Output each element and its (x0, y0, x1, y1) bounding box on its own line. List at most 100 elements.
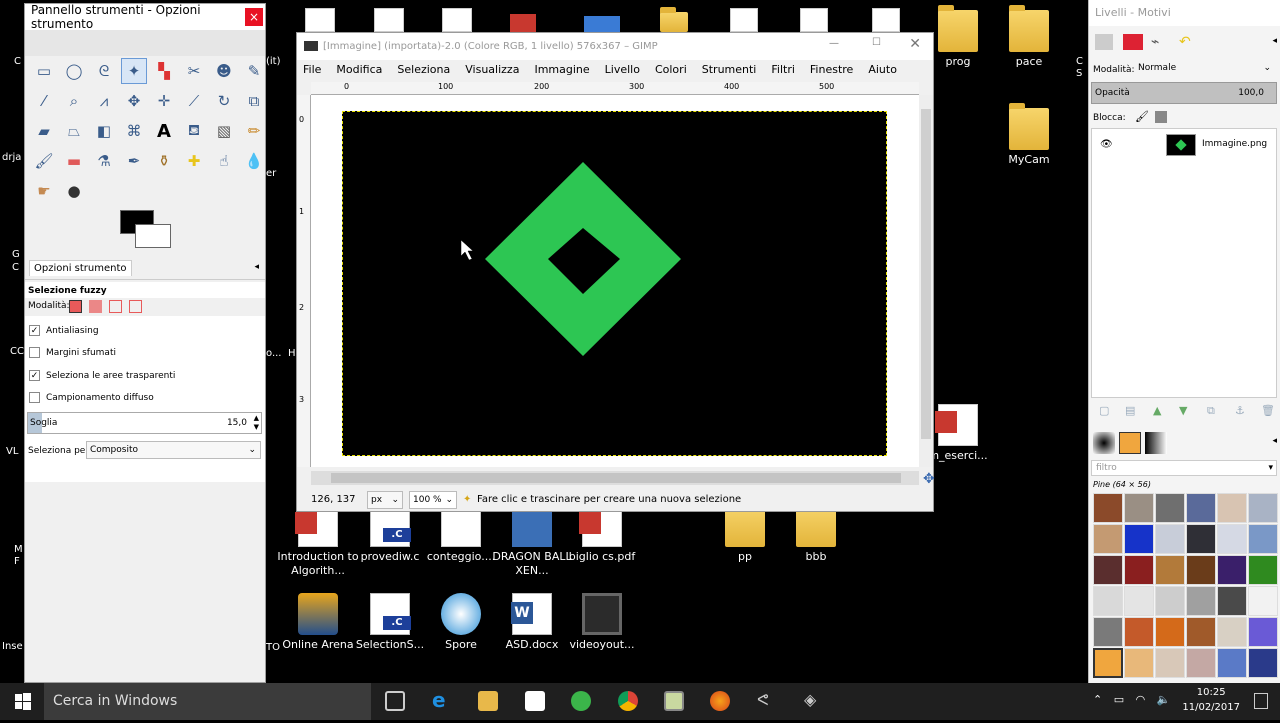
pattern-swatch[interactable] (1155, 648, 1185, 678)
utorrent-icon[interactable] (571, 691, 591, 711)
menu-livello[interactable]: Livello (605, 60, 640, 80)
gimp-taskbar-icon[interactable] (664, 691, 684, 711)
lower-layer-icon[interactable]: ▼ (1179, 404, 1187, 417)
dodge-icon[interactable]: ☛ (31, 178, 57, 204)
close-button[interactable]: × (245, 8, 263, 26)
tab-menu-icon[interactable]: ◂ (1272, 36, 1277, 46)
pattern-swatch[interactable] (1186, 493, 1216, 523)
menu-seleziona[interactable]: Seleziona (397, 60, 450, 80)
pattern-swatch[interactable] (1124, 617, 1154, 647)
desktop-icon-pace[interactable]: pace (987, 5, 1071, 69)
background-color[interactable] (135, 224, 171, 248)
eraser-icon[interactable]: ▬ (61, 148, 87, 174)
pattern-swatch[interactable] (1248, 555, 1278, 585)
heal-icon[interactable]: ✚ (181, 148, 207, 174)
firefox-icon[interactable] (710, 691, 730, 711)
mode-intersect-icon[interactable] (129, 300, 142, 313)
pattern-swatch[interactable] (1093, 555, 1123, 585)
mode-add-icon[interactable] (89, 300, 102, 313)
bucket-fill-icon[interactable]: ⛾ (181, 118, 207, 144)
layers-tab-icon[interactable] (1095, 34, 1113, 50)
color-picker-icon[interactable]: ⁄ (31, 88, 57, 114)
menu-finestre[interactable]: Finestre (810, 60, 853, 80)
pattern-swatch[interactable] (1248, 648, 1278, 678)
notifications-icon[interactable] (1254, 693, 1268, 709)
paths-icon[interactable]: ✎ (241, 58, 267, 84)
pattern-swatch[interactable] (1155, 524, 1185, 554)
menu-colori[interactable]: Colori (655, 60, 687, 80)
ellipse-select-icon[interactable]: ◯ (61, 58, 87, 84)
pattern-swatch[interactable] (1124, 524, 1154, 554)
pattern-swatch[interactable] (1093, 586, 1123, 616)
store-icon[interactable] (525, 691, 545, 711)
foreground-select-icon[interactable]: ☻ (211, 58, 237, 84)
pattern-swatch[interactable] (1248, 586, 1278, 616)
layer-row[interactable]: 👁 Immagine.png (1092, 131, 1276, 159)
pattern-swatch[interactable] (1093, 524, 1123, 554)
pattern-swatch[interactable] (1217, 524, 1247, 554)
perspective-icon[interactable]: ⏢ (61, 118, 87, 144)
select-by-combo[interactable]: Composito ⌄ (86, 441, 261, 459)
file-explorer-icon[interactable] (478, 691, 498, 711)
flip-icon[interactable]: ◧ (91, 118, 117, 144)
airbrush-icon[interactable]: ⚗ (91, 148, 117, 174)
blend-icon[interactable]: ▧ (211, 118, 237, 144)
app-icon[interactable]: ◈ (804, 691, 824, 711)
smudge2-icon[interactable]: ● (61, 178, 87, 204)
clock[interactable]: 10:25 11/02/2017 (1182, 685, 1240, 715)
pattern-swatch[interactable] (1155, 493, 1185, 523)
pattern-swatch[interactable] (1186, 524, 1216, 554)
desktop-icon-biglio[interactable]: biglio cs.pdf (560, 505, 644, 564)
pattern-swatch[interactable] (1217, 555, 1247, 585)
unit-combo[interactable]: px ⌄ (367, 491, 403, 509)
menu-strumenti[interactable]: Strumenti (702, 60, 757, 80)
edge-icon[interactable]: e (432, 690, 452, 711)
rotate-icon[interactable]: ↻ (211, 88, 237, 114)
vertical-scrollbar[interactable] (919, 95, 933, 467)
checkbox-checked[interactable]: ✓ (29, 370, 40, 381)
pattern-swatch[interactable] (1124, 586, 1154, 616)
task-view-icon[interactable] (385, 691, 405, 711)
pattern-swatch[interactable] (1124, 648, 1154, 678)
spin-arrows-icon[interactable]: ▲ ▼ (254, 414, 259, 432)
options-tab[interactable]: Opzioni strumento ◂ (25, 258, 265, 280)
search-box[interactable]: Cerca in Windows (44, 683, 371, 720)
smudge-icon[interactable]: ☝ (211, 148, 237, 174)
pattern-swatch[interactable] (1186, 648, 1216, 678)
threshold-slider[interactable]: Soglia 15,0 ▲ ▼ (27, 412, 262, 434)
pencil-icon[interactable]: ✏ (241, 118, 267, 144)
raise-layer-icon[interactable]: ▲ (1153, 404, 1161, 417)
pattern-swatch[interactable] (1248, 493, 1278, 523)
pattern-swatch[interactable] (1124, 493, 1154, 523)
new-layer-icon[interactable]: ▢ (1099, 404, 1109, 417)
new-group-icon[interactable]: ▤ (1125, 404, 1135, 417)
filter-field[interactable]: filtro ▾ (1091, 460, 1277, 476)
pattern-swatch[interactable] (1093, 617, 1123, 647)
pattern-swatch[interactable] (1155, 586, 1185, 616)
zoom-icon[interactable]: ⌕ (61, 88, 87, 114)
ink-icon[interactable]: ✒ (121, 148, 147, 174)
lock-alpha-icon[interactable] (1155, 111, 1167, 123)
move-icon[interactable]: ✥ (121, 88, 147, 114)
start-button[interactable] (0, 683, 44, 720)
pattern-swatch-selected[interactable] (1093, 648, 1123, 678)
measure-icon[interactable]: ⩘ (91, 88, 117, 114)
anchor-layer-icon[interactable]: ⚓ (1235, 404, 1245, 417)
menu-aiuto[interactable]: Aiuto (868, 60, 897, 80)
tab-menu-icon[interactable]: ◂ (1272, 436, 1277, 446)
pattern-swatch[interactable] (1248, 524, 1278, 554)
maximize-button[interactable]: ☐ (872, 37, 881, 48)
opacity-slider[interactable]: Opacità 100,0 (1091, 82, 1277, 104)
navigate-icon[interactable]: ✥ (923, 471, 935, 487)
fuzzy-select-icon[interactable]: ✦ (121, 58, 147, 84)
menu-filtri[interactable]: Filtri (771, 60, 795, 80)
undo-tab-icon[interactable]: ↶ (1179, 34, 1197, 50)
blur-icon[interactable]: 💧 (241, 148, 267, 174)
checkbox-unchecked[interactable] (29, 347, 40, 358)
free-select-icon[interactable]: ᘓ (91, 58, 117, 84)
checkbox-unchecked[interactable] (29, 392, 40, 403)
system-tray[interactable]: ⌃ ▭ ◠ 🔈 (1093, 693, 1170, 706)
pattern-swatch[interactable] (1217, 493, 1247, 523)
mode-combo[interactable]: Normale ⌄ (1135, 60, 1275, 78)
checkbox-checked[interactable]: ✓ (29, 325, 40, 336)
